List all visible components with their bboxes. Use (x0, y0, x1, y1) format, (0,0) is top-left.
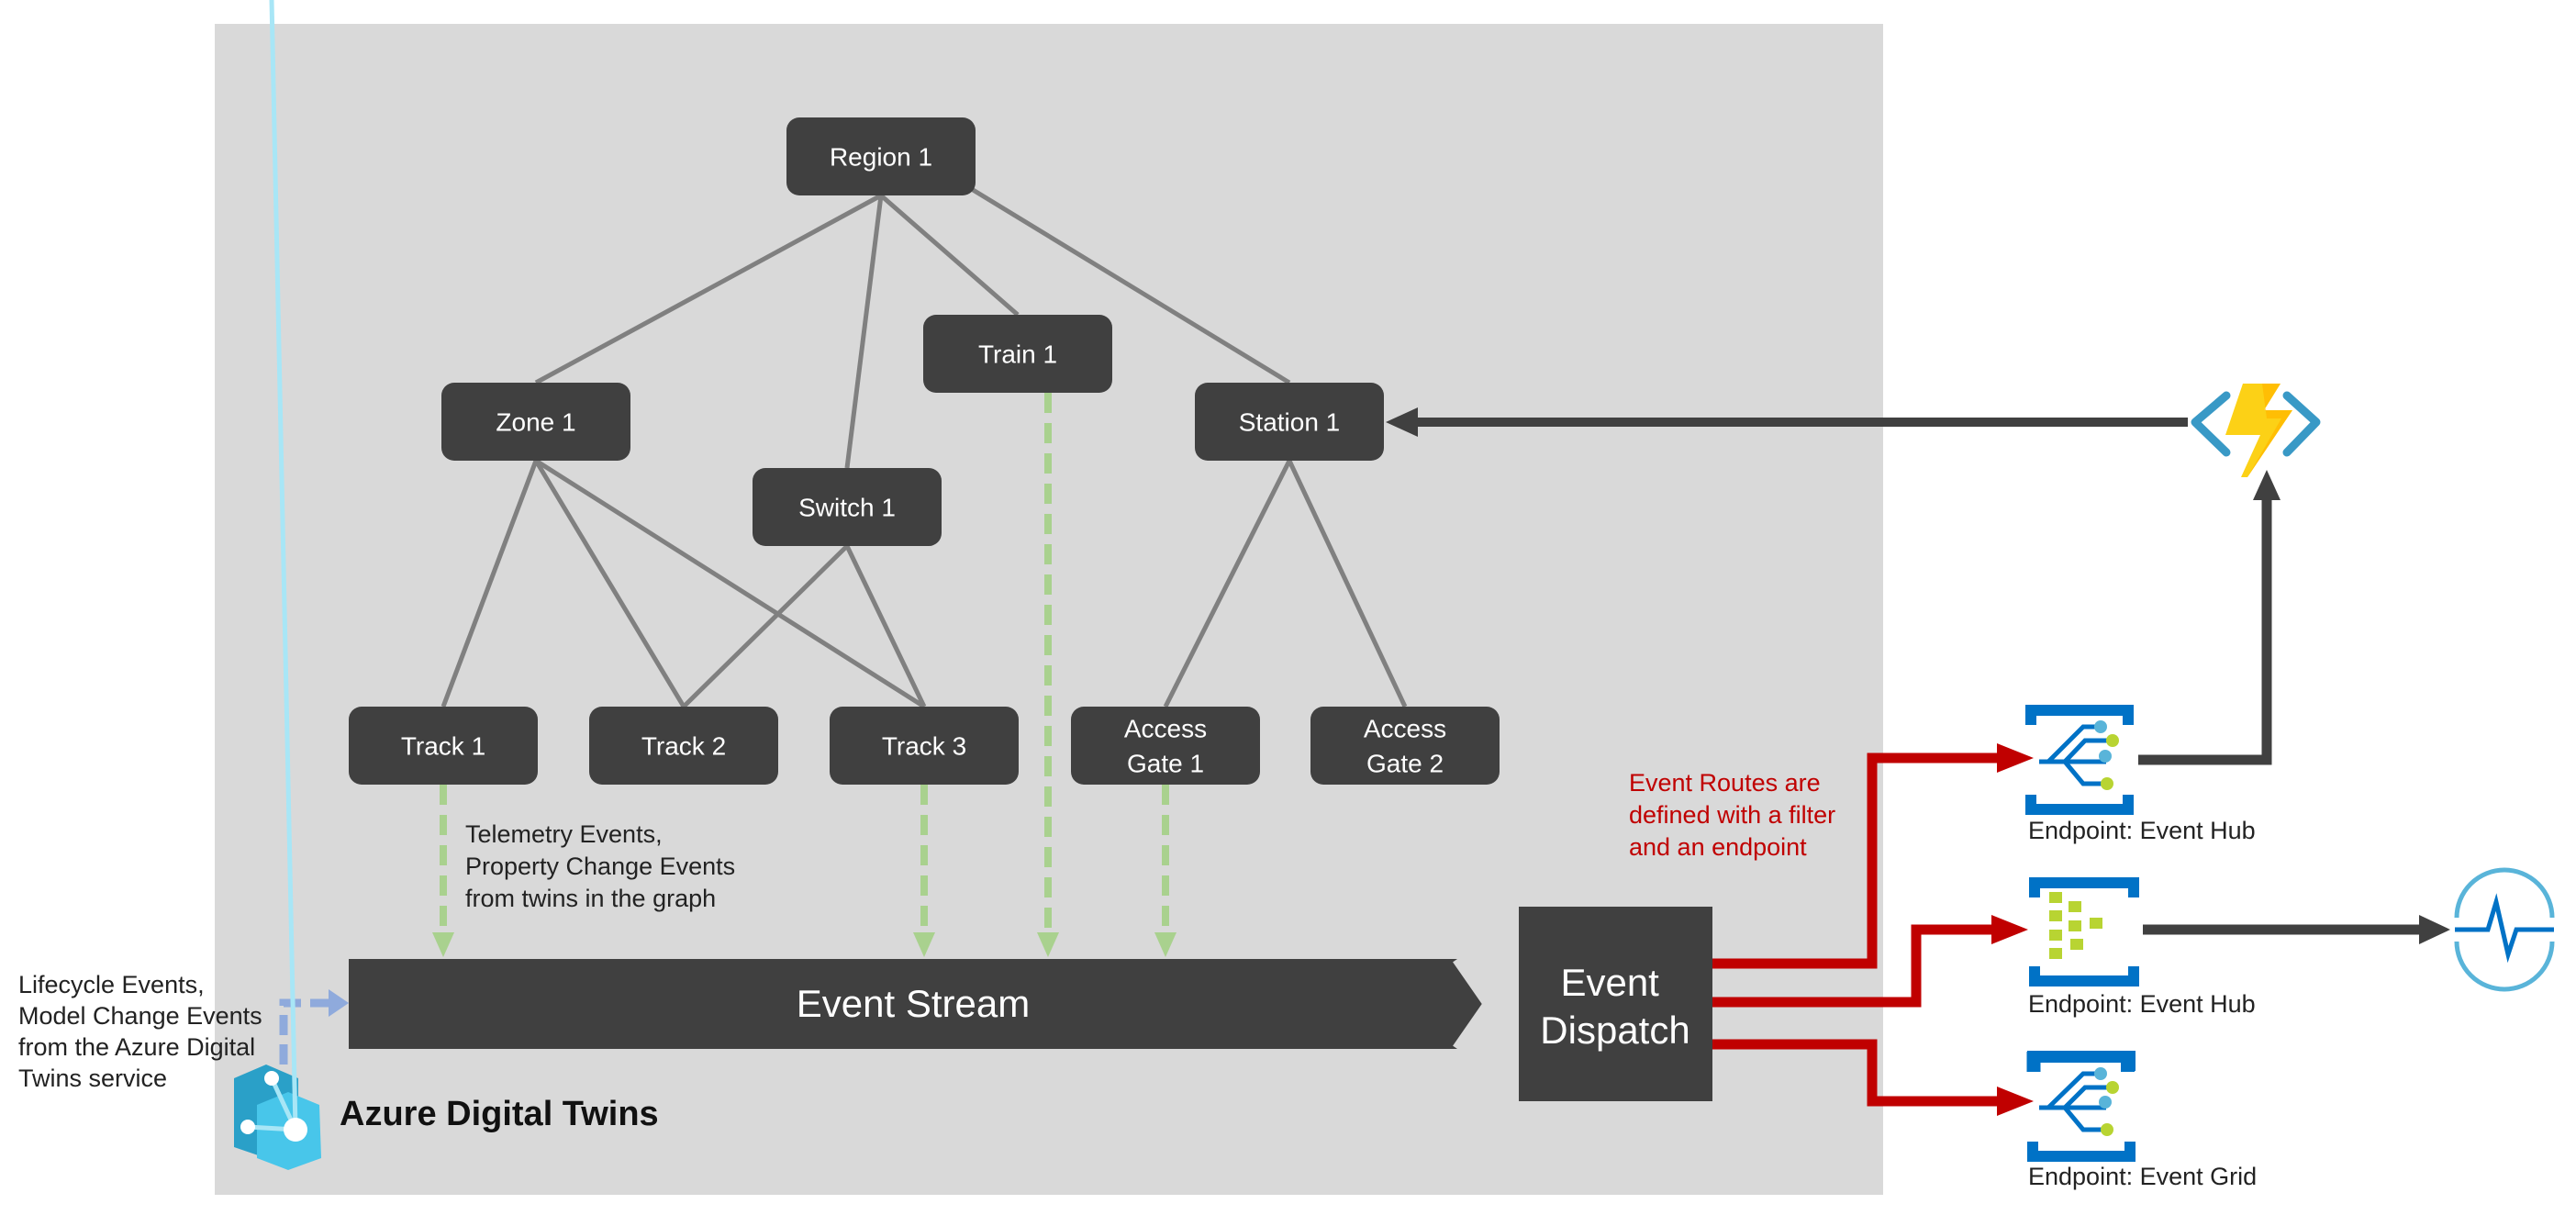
twin-node-zone1[interactable]: Zone 1 (441, 383, 630, 461)
twin-node-label: Region 1 (830, 143, 932, 172)
route-arrowhead-2 (1991, 915, 2028, 944)
event-hub-queue-icon (2029, 877, 2139, 986)
twin-node-label: Track 2 (641, 732, 726, 761)
azure-digital-twins-title: Azure Digital Twins (340, 1095, 659, 1133)
route-arrowhead-1 (1997, 743, 2034, 773)
twin-node-gate2[interactable]: Access Gate 2 (1310, 707, 1500, 785)
twin-node-track2[interactable]: Track 2 (589, 707, 778, 785)
event-hub-icon (2025, 705, 2134, 815)
twin-node-train1[interactable]: Train 1 (923, 315, 1112, 393)
twin-node-region1[interactable]: Region 1 (786, 117, 976, 195)
event-dispatch: Event Dispatch (1519, 907, 1712, 1101)
hub-to-function-arrow (2138, 500, 2272, 765)
twin-node-label: Zone 1 (496, 408, 575, 437)
twin-node-switch1[interactable]: Switch 1 (753, 468, 942, 546)
endpoint-label-1: Endpoint: Event Hub (2028, 817, 2256, 844)
event-routing-diagram: Region 1 Zone 1 Switch 1 Train 1 Station 1 Tr… (18, 0, 2555, 1195)
twin-node-track3[interactable]: Track 3 (830, 707, 1019, 785)
event-stream-label: Event Stream (797, 982, 1030, 1025)
twin-node-label: Track 3 (882, 732, 966, 761)
azure-function-icon (2191, 384, 2321, 477)
route-arrowhead-3 (1997, 1087, 2034, 1116)
event-stream: Event Stream (349, 955, 1496, 1053)
twin-node-label: Switch 1 (798, 494, 896, 522)
twin-node-label: Train 1 (978, 340, 1057, 369)
endpoint-label-3: Endpoint: Event Grid (2028, 1163, 2257, 1190)
twin-node-station1[interactable]: Station 1 (1195, 383, 1384, 461)
event-dispatch-box (1519, 907, 1712, 1101)
twin-node-label: Track 1 (401, 732, 485, 761)
twin-node-track1[interactable]: Track 1 (349, 707, 538, 785)
endpoint-label-2: Endpoint: Event Hub (2028, 990, 2256, 1018)
time-series-insights-icon (2454, 867, 2555, 992)
twin-node-label: Station 1 (1239, 408, 1341, 437)
event-grid-icon (2026, 1051, 2136, 1162)
twin-node-gate1[interactable]: Access Gate 1 (1071, 707, 1260, 785)
